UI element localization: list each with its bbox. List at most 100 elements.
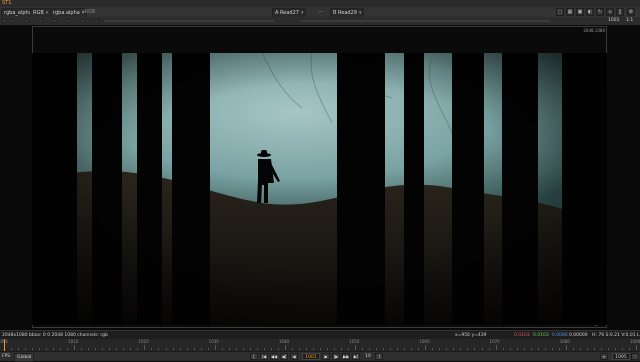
exposure-field[interactable] xyxy=(66,19,71,23)
next-key-icon[interactable]: ▶▶ xyxy=(342,353,350,360)
gamma-step[interactable] xyxy=(52,19,57,23)
timeline-minor-tick xyxy=(397,348,399,350)
timeline-minor-tick xyxy=(523,348,525,350)
frame-display: 1001 xyxy=(608,18,620,23)
timeline-minor-tick xyxy=(18,348,20,350)
timeline-minor-tick xyxy=(614,348,616,350)
next-frame-icon[interactable]: |▶ xyxy=(332,353,340,360)
timeline-minor-tick xyxy=(488,348,490,350)
viewer-canvas[interactable]: 2048,1080 2K_DCP xyxy=(0,25,640,330)
timeline-minor-tick xyxy=(256,348,258,350)
fps-label: FPS xyxy=(2,354,11,359)
timeline-minor-tick xyxy=(544,348,546,350)
roi-icon[interactable]: ▢ xyxy=(556,8,564,16)
timeline-minor-tick xyxy=(221,348,223,350)
play-reverse-icon[interactable]: ◀ xyxy=(290,353,298,360)
timeline-minor-tick xyxy=(116,348,118,350)
forest-scene xyxy=(32,53,607,325)
timeline-major-tick xyxy=(425,345,427,350)
timeline-minor-tick xyxy=(418,348,420,350)
timeline-minor-tick xyxy=(60,348,62,350)
frame-field[interactable]: 1001 xyxy=(302,353,320,360)
timeline-minor-tick xyxy=(165,348,167,350)
timeline-minor-tick xyxy=(579,348,581,350)
window-title: ST1 xyxy=(2,0,12,6)
gain-slider[interactable] xyxy=(104,20,274,22)
timeline-minor-tick xyxy=(558,348,560,350)
timeline-frame-label: 1020 xyxy=(138,339,149,344)
timeline-minor-tick xyxy=(200,348,202,350)
timeline-frame-label: 1080 xyxy=(559,339,570,344)
more-icon[interactable]: ⋮ xyxy=(631,353,639,360)
timeline-minor-tick xyxy=(474,348,476,350)
timeline-minor-tick xyxy=(39,348,41,350)
timeline-minor-tick xyxy=(67,348,69,350)
pause-icon[interactable]: ‖ xyxy=(616,8,624,16)
gamma-field[interactable] xyxy=(38,19,43,23)
prev-key-icon[interactable]: ◀◀ xyxy=(270,353,278,360)
timeline-minor-tick xyxy=(228,348,230,350)
chevron-down-icon: ▾ xyxy=(300,10,304,16)
timeline-minor-tick xyxy=(509,348,511,350)
timeline-minor-tick xyxy=(235,348,237,350)
proxy-toggle[interactable] xyxy=(94,19,99,23)
timeline-minor-tick xyxy=(446,348,448,350)
timeline-frame-label: 1040 xyxy=(278,339,290,344)
input-b-value: Read29 xyxy=(338,10,357,16)
timeline-minor-tick xyxy=(312,348,314,350)
timeline-minor-tick xyxy=(298,348,300,350)
out-point-icon[interactable]: ] xyxy=(375,353,383,360)
gain-toggle[interactable] xyxy=(2,19,7,23)
timeline-minor-tick xyxy=(376,348,378,350)
zoom-display[interactable]: 1:1 xyxy=(626,17,633,24)
timeline-minor-tick xyxy=(46,348,48,350)
clipping-icon[interactable]: ◐ xyxy=(586,8,594,16)
timeline-minor-tick xyxy=(11,348,13,350)
timeline-major-tick xyxy=(495,345,497,350)
input-a-value: Read27 xyxy=(280,10,299,16)
timeline-minor-tick xyxy=(172,348,174,350)
play-icon[interactable]: ▶ xyxy=(322,353,330,360)
settings-icon[interactable]: ⚙ xyxy=(627,8,635,16)
timeline-minor-tick xyxy=(460,348,462,350)
first-frame-icon[interactable]: |◀ xyxy=(260,353,268,360)
timeline-minor-tick xyxy=(305,348,307,350)
last-frame-icon[interactable]: ▶| xyxy=(352,353,360,360)
timeline-major-tick xyxy=(355,345,357,350)
colorspace-prefix: sRGB xyxy=(82,9,96,15)
end-frame-field[interactable]: 1095 xyxy=(612,353,630,360)
timeline-minor-tick xyxy=(320,348,321,350)
channel-value: RGB xyxy=(33,10,44,16)
timeline-minor-tick xyxy=(81,348,83,350)
wipe-icon[interactable]: — xyxy=(318,8,323,16)
overlay-icon[interactable]: ▣ xyxy=(576,8,584,16)
step-field[interactable]: 10 xyxy=(363,353,373,360)
timeline[interactable]: 1001101010201030104010501060107010801090 xyxy=(0,339,640,351)
timeline-minor-tick xyxy=(621,348,623,350)
playhead[interactable] xyxy=(4,339,5,351)
timeline-frame-label: 1010 xyxy=(68,339,79,344)
timeline-minor-tick xyxy=(502,348,504,350)
gain-step[interactable] xyxy=(24,19,29,23)
refresh-icon[interactable]: ↻ xyxy=(596,8,604,16)
prev-frame-icon[interactable]: ◀| xyxy=(280,353,288,360)
scope-dropdown[interactable]: Global xyxy=(14,353,35,362)
timeline-minor-tick xyxy=(439,348,441,350)
saturation-field[interactable] xyxy=(80,19,85,23)
timeline-minor-tick xyxy=(628,348,630,350)
timeline-minor-tick xyxy=(362,348,364,350)
input-b-letter: B xyxy=(333,10,337,16)
timeline-minor-tick xyxy=(32,348,34,350)
gamma-slider[interactable] xyxy=(300,20,550,22)
timeline-minor-tick xyxy=(607,348,609,350)
timeline-minor-tick xyxy=(369,348,371,350)
format-corner-label: 2048,1080 xyxy=(583,28,605,33)
timeline-frame-label: 1030 xyxy=(208,339,219,344)
timeline-minor-tick xyxy=(270,348,272,350)
timeline-minor-tick xyxy=(586,348,588,350)
grid-icon[interactable]: ▦ xyxy=(566,8,574,16)
loop-icon[interactable]: ∞ xyxy=(600,353,608,360)
lock-icon[interactable]: ⌂ xyxy=(606,8,614,16)
in-point-icon[interactable]: [ xyxy=(250,353,258,360)
gain-field[interactable] xyxy=(10,19,15,23)
